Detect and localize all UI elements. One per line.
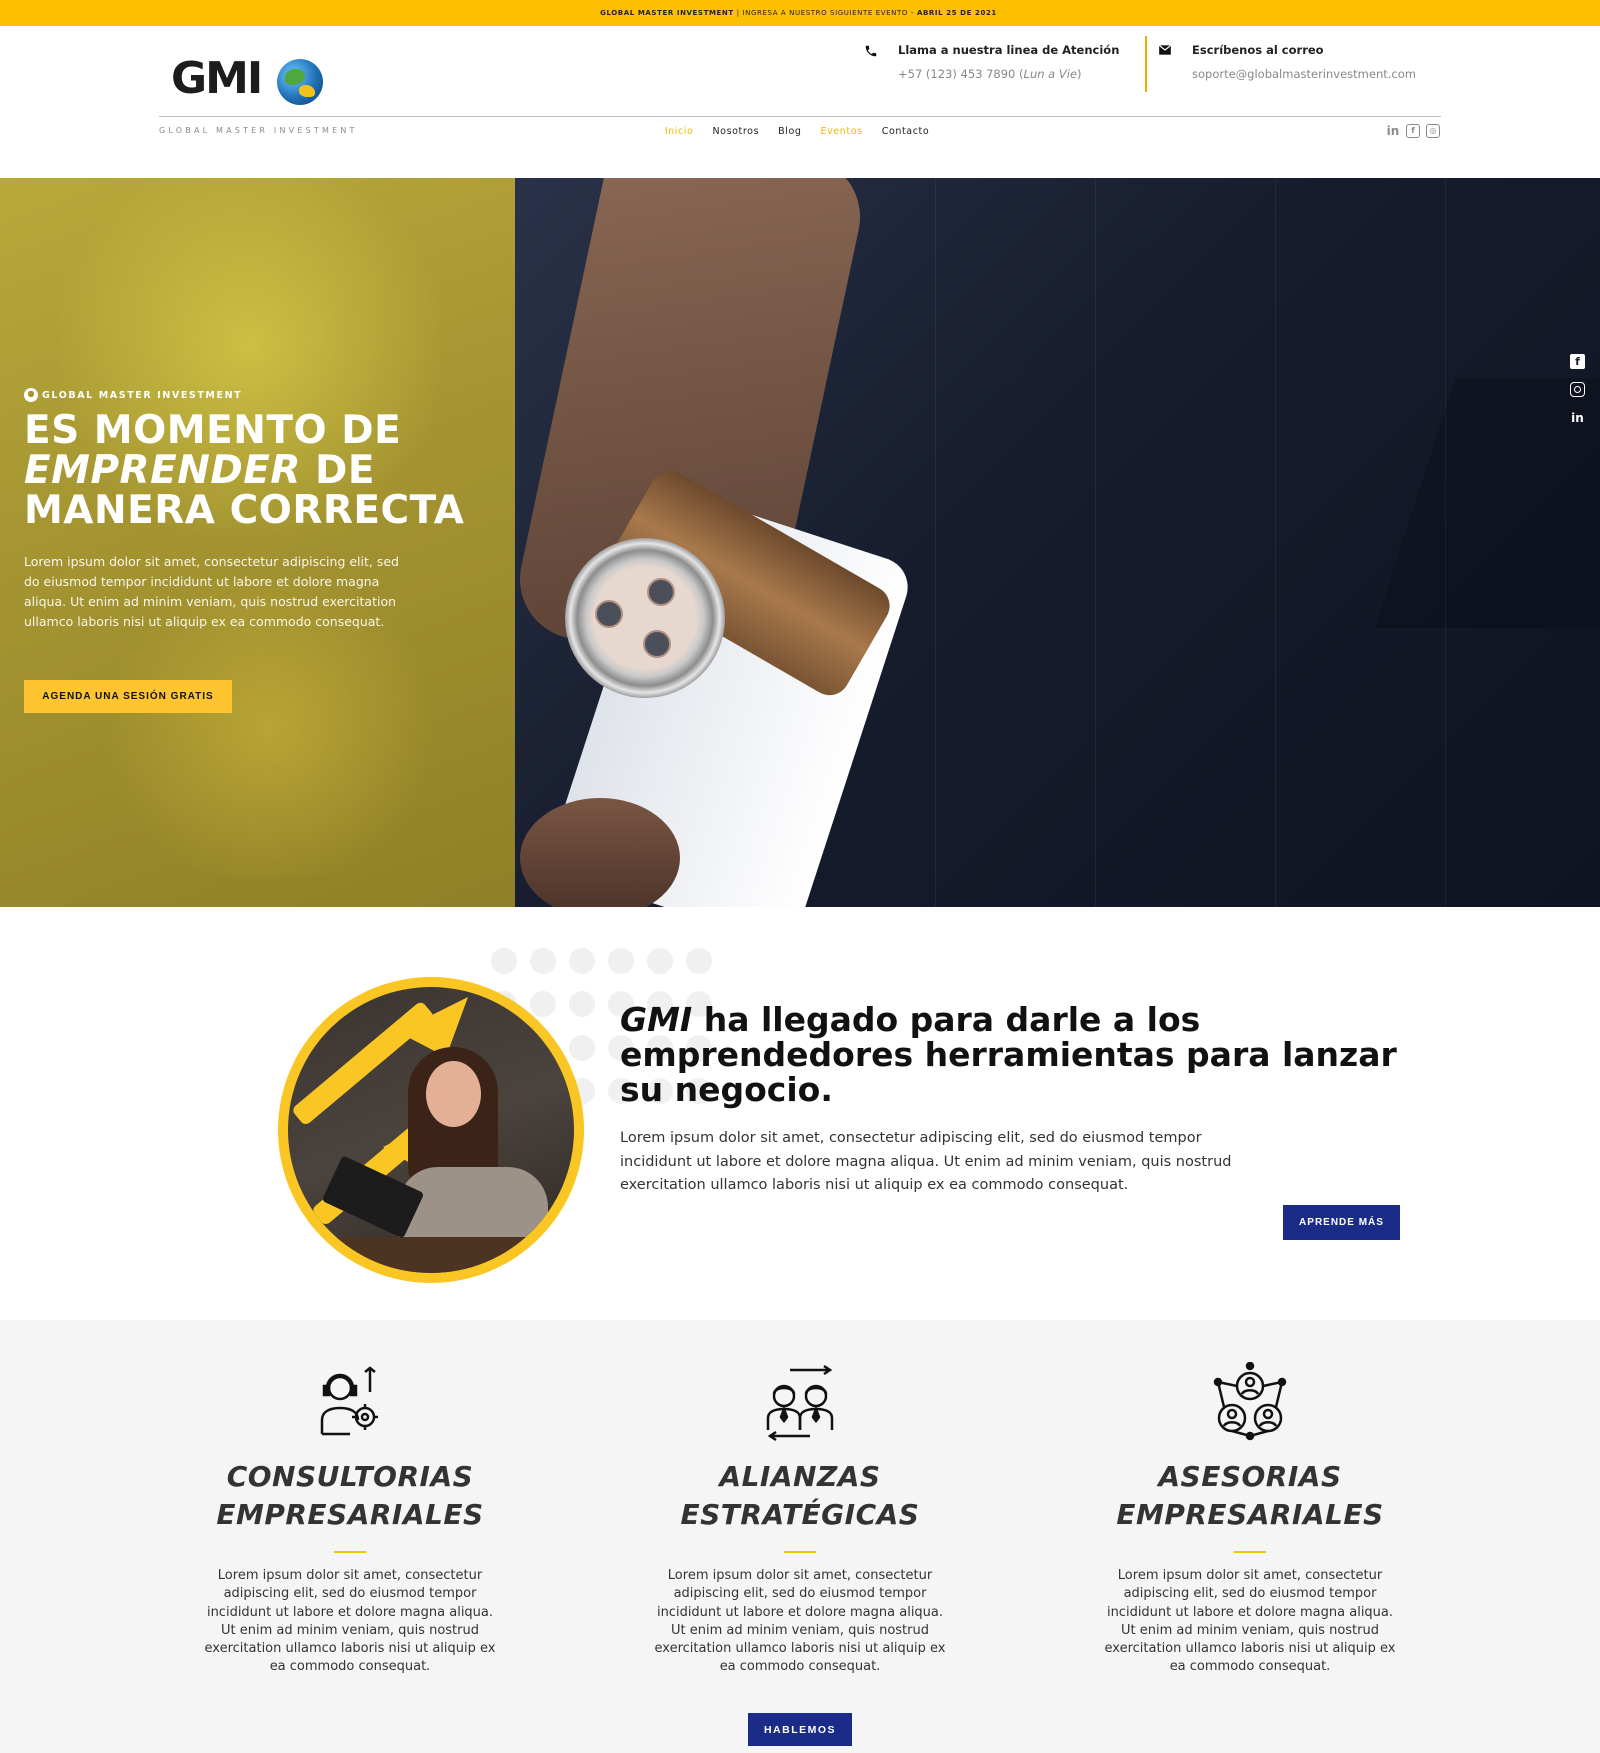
announcement-bar: GLOBAL MASTER INVESTMENT | INGRESA A NUE… [0,0,1600,26]
service-title-line2: EMPRESARIALES [216,1498,484,1531]
site-header: GMI GLOBAL MASTER INVESTMENT Llama a nue… [0,26,1600,178]
announcement-date: ABRIL 25 DE 2021 [916,9,997,17]
service-rule [784,1551,816,1553]
hero-section: GLOBAL MASTER INVESTMENT ES MOMENTO DE E… [0,178,1600,907]
hero-eyebrow-text: GLOBAL MASTER INVESTMENT [42,389,243,401]
phone-number: +57 (123) 453 7890 [898,67,1016,81]
instagram-icon[interactable] [1570,382,1585,397]
hero-hand-shape [520,798,680,907]
about-title-brand: GMI [620,1000,693,1039]
about-title-rest: ha llegado para darle a los emprendedore… [620,1000,1397,1109]
phone-value: +57 (123) 453 7890 (Lun a Vie) [898,67,1082,81]
phone-title: Llama a nuestra linea de Atención [898,43,1120,57]
service-text: Lorem ipsum dolor sit amet, consectetur … [654,1568,946,1675]
nav-blog[interactable]: Blog [778,126,801,137]
nav-nosotros[interactable]: Nosotros [712,126,759,137]
linkedin-icon[interactable]: in [1386,124,1400,138]
linkedin-icon[interactable]: in [1570,410,1585,425]
main-nav: Inicio Nosotros Blog Eventos Contacto [0,126,1600,137]
service-title-line1: ALIANZAS [719,1460,881,1493]
hero-title-line1: ES MOMENTO DE [24,408,402,453]
facebook-icon[interactable]: f [1570,354,1585,369]
hero-title-italic: EMPRENDER [24,448,301,493]
globe-small-icon [24,388,38,402]
phone-icon [864,44,880,60]
mail-title: Escríbenos al correo [1192,43,1324,57]
globe-icon [277,59,323,105]
services-section: CONSULTORIAS EMPRESARIALES Lorem ipsum d… [0,1320,1600,1753]
mail-address: soporte@globalmasterinvestment.com [1192,67,1416,81]
hero-text: Lorem ipsum dolor sit amet, consectetur … [24,554,399,629]
floating-social-links: f in [1570,354,1585,425]
hero-title: ES MOMENTO DE EMPRENDER DE MANERA CORREC… [24,411,494,531]
schedule-session-button[interactable]: AGENDA UNA SESIÓN GRATIS [24,680,232,713]
announcement-brand: GLOBAL MASTER INVESTMENT [600,9,734,17]
learn-more-button[interactable]: APRENDE MÁS [1283,1205,1400,1240]
header-social-links: in f ◎ [1386,124,1440,138]
watch-icon [565,538,725,698]
service-title-line2: ESTRATÉGICAS [680,1498,920,1531]
logo[interactable]: GMI GLOBAL MASTER INVESTMENT [159,53,354,137]
phone-hours: Lun a Vie [1023,67,1078,81]
service-text: Lorem ipsum dolor sit amet, consectetur … [204,1568,496,1675]
contact-divider [1145,36,1147,92]
service-card: ALIANZAS ESTRATÉGICAS Lorem ipsum dolor … [650,1362,950,1677]
hero-eyebrow: GLOBAL MASTER INVESTMENT [24,388,242,402]
service-title: ASESORIAS EMPRESARIALES [1100,1458,1400,1534]
service-title: CONSULTORIAS EMPRESARIALES [200,1458,500,1534]
service-text: Lorem ipsum dolor sit amet, consectetur … [1104,1568,1396,1675]
service-title-line2: EMPRESARIALES [1116,1498,1384,1531]
facebook-icon[interactable]: f [1406,124,1420,138]
service-rule [334,1551,366,1553]
header-divider [159,116,1441,117]
envelope-icon [1158,44,1174,60]
about-text: Lorem ipsum dolor sit amet, consectetur … [620,1130,1232,1193]
hero-title-line3: MANERA CORRECTA [24,488,465,533]
nav-contacto[interactable]: Contacto [882,126,930,137]
hero-overlay [0,178,515,907]
consultant-gear-icon [310,1362,390,1442]
about-section: GMI ha llegado para darle a los emprende… [0,907,1600,1320]
service-title-line1: ASESORIAS [1158,1460,1342,1493]
nav-eventos[interactable]: Eventos [821,126,863,137]
hero-title-line2: DE [300,448,375,493]
announcement-message: | INGRESA A NUESTRO SIGUIENTE EVENTO - [736,9,914,17]
service-title: ALIANZAS ESTRATÉGICAS [650,1458,950,1534]
nav-inicio[interactable]: Inicio [665,126,694,137]
partners-exchange-icon [760,1362,840,1442]
service-title-line1: CONSULTORIAS [226,1460,474,1493]
service-card: ASESORIAS EMPRESARIALES Lorem ipsum dolo… [1100,1361,1400,1677]
about-title: GMI ha llegado para darle a los emprende… [620,1002,1410,1107]
mail-contact[interactable]: Escríbenos al correo soporte@globalmaste… [1158,40,1448,90]
instagram-icon[interactable]: ◎ [1426,124,1440,138]
lets-talk-button[interactable]: HABLEMOS [748,1713,852,1746]
network-people-icon [1210,1361,1290,1442]
service-rule [1234,1551,1266,1553]
about-photo [278,977,584,1283]
service-card: CONSULTORIAS EMPRESARIALES Lorem ipsum d… [200,1362,500,1677]
phone-contact[interactable]: Llama a nuestra linea de Atención +57 (1… [864,40,1134,90]
logo-text: GMI [171,53,263,104]
